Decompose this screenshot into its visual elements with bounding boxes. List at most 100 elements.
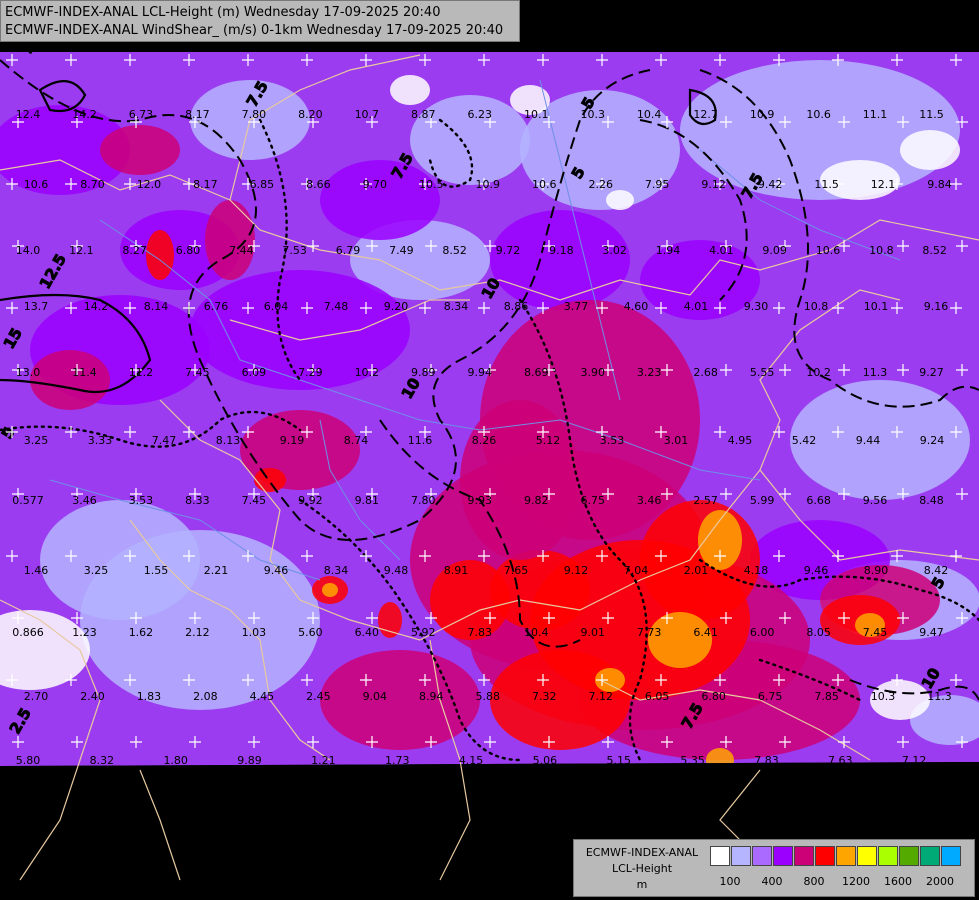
- station-value: 7.12: [588, 690, 613, 703]
- station-value: 5.12: [536, 434, 561, 447]
- station-value: 5.35: [680, 754, 705, 767]
- station-value: 14.2: [72, 108, 97, 121]
- station-value: 11.3: [863, 366, 888, 379]
- station-value: 7.73: [637, 626, 662, 639]
- station-value: 9.81: [355, 494, 380, 507]
- station-value: 10.6: [806, 108, 831, 121]
- station-value: 1.62: [129, 626, 154, 639]
- station-value: 9.56: [863, 494, 888, 507]
- station-value: 9.24: [920, 434, 945, 447]
- station-value: 6.09: [242, 366, 267, 379]
- station-value: 7.95: [645, 178, 670, 191]
- station-value: 2.08: [193, 690, 218, 703]
- station-value: 7.04: [624, 564, 649, 577]
- station-value: 13.0: [16, 366, 41, 379]
- station-value: 8.27: [122, 244, 147, 257]
- station-value: 9.12: [564, 564, 589, 577]
- station-value: 3.33: [88, 434, 113, 447]
- station-value: 10.9: [476, 178, 501, 191]
- station-value: 10.7: [355, 108, 380, 121]
- station-value: 4.01: [684, 300, 709, 313]
- station-value: 9.27: [919, 366, 944, 379]
- station-value: 1.83: [137, 690, 162, 703]
- station-value: 4.95: [728, 434, 753, 447]
- legend-swatch: [773, 846, 793, 866]
- station-value: 6.75: [580, 494, 605, 507]
- station-value: 3.77: [564, 300, 589, 313]
- station-value: 1.55: [144, 564, 169, 577]
- station-value: 9.72: [496, 244, 521, 257]
- station-value: 6.68: [806, 494, 831, 507]
- station-value: 11.5: [919, 108, 944, 121]
- station-value: 8.42: [924, 564, 949, 577]
- station-value: 7.45: [863, 626, 888, 639]
- station-value: 9.46: [804, 564, 829, 577]
- station-value: 9.46: [264, 564, 289, 577]
- title-lcl-height: ECMWF-INDEX-ANAL LCL-Height (m) Wednesda…: [5, 5, 441, 20]
- station-value: 5.06: [533, 754, 558, 767]
- station-value: 8.48: [919, 494, 944, 507]
- station-value: 8.13: [216, 434, 241, 447]
- station-value: 2.45: [306, 690, 331, 703]
- station-value: 2.26: [588, 178, 613, 191]
- station-value: 9.89: [237, 754, 262, 767]
- station-value: 7.53: [282, 244, 307, 257]
- station-value: 5.88: [476, 690, 501, 703]
- station-value: 8.17: [193, 178, 218, 191]
- station-value: 8.87: [411, 108, 436, 121]
- station-value: 9.01: [580, 626, 605, 639]
- station-value: 12.1: [69, 244, 94, 257]
- station-value: 8.94: [419, 690, 444, 703]
- station-value: 5.55: [750, 366, 775, 379]
- station-value: 8.70: [80, 178, 105, 191]
- station-value: 7.63: [828, 754, 853, 767]
- legend-swatch: [794, 846, 814, 866]
- station-value: 8.52: [442, 244, 467, 257]
- station-value: 11.3: [927, 690, 952, 703]
- station-value: 1.21: [311, 754, 336, 767]
- station-value: 12.0: [137, 178, 162, 191]
- station-value: 7.12: [902, 754, 927, 767]
- station-value: 1.23: [72, 626, 97, 639]
- station-value: 11.1: [863, 108, 888, 121]
- station-value: 3.46: [637, 494, 662, 507]
- station-value: 1.73: [385, 754, 410, 767]
- station-value: 2.12: [185, 626, 210, 639]
- station-value: 10.2: [806, 366, 831, 379]
- weather-map: 1012.57.552.5157.510107.557.51055 12.4 14…: [0, 0, 979, 900]
- station-value: 8.34: [324, 564, 349, 577]
- station-value: 7.49: [389, 244, 414, 257]
- station-value: 1.03: [242, 626, 267, 639]
- legend-swatch: [731, 846, 751, 866]
- station-value: 11.6: [408, 434, 433, 447]
- station-value: 10.6: [24, 178, 49, 191]
- station-value: 8.69: [524, 366, 549, 379]
- station-value: 11.4: [72, 366, 97, 379]
- legend-swatch: [941, 846, 961, 866]
- station-value: 7.83: [468, 626, 493, 639]
- lcl-height-field: [0, 52, 979, 766]
- station-value: 10.1: [524, 108, 549, 121]
- station-value: 9.12: [701, 178, 726, 191]
- legend-swatch: [857, 846, 877, 866]
- station-value: 10.5: [419, 178, 444, 191]
- station-value: 8.33: [185, 494, 210, 507]
- station-value: 9.94: [468, 366, 493, 379]
- station-value: 6.40: [355, 626, 380, 639]
- station-value: 6.05: [645, 690, 670, 703]
- legend-swatch: [878, 846, 898, 866]
- station-value: 9.16: [924, 300, 949, 313]
- station-value: 6.41: [693, 626, 718, 639]
- station-value: 11.5: [814, 178, 839, 191]
- station-value: 4.01: [709, 244, 734, 257]
- station-value: 3.01: [664, 434, 689, 447]
- legend-tick-label: 1600: [884, 875, 912, 888]
- station-value: 10.3: [871, 690, 896, 703]
- station-value: 10.8: [804, 300, 829, 313]
- station-value: 7.48: [324, 300, 349, 313]
- station-value: 10.6: [532, 178, 557, 191]
- legend-tick-label: 400: [761, 875, 783, 888]
- station-value: 8.86: [504, 300, 529, 313]
- station-value: 6.00: [750, 626, 775, 639]
- station-value: 6.23: [468, 108, 493, 121]
